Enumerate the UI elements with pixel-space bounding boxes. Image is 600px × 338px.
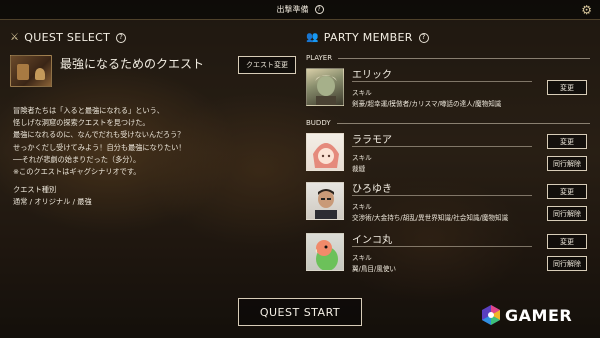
quest-change-button[interactable]: クエスト変更 xyxy=(238,56,296,74)
member-name-hiroyuki: ひろゆき xyxy=(352,184,392,195)
description-line: ※このクエストはギャグシナリオです。 xyxy=(13,167,141,177)
quest-select-header: ⚔ QUEST SELECT ? xyxy=(10,31,127,44)
gamer-logo-text: GAMER xyxy=(505,305,573,325)
skill-label: スキル xyxy=(352,89,372,97)
avatar-hiroyuki xyxy=(306,182,344,220)
member-name-inkomaru: インコ丸 xyxy=(352,235,392,246)
quest-type-label: クエスト種別 xyxy=(13,185,57,194)
leave-button-hiroyuki[interactable]: 同行解除 xyxy=(547,206,587,221)
change-button-inkomaru[interactable]: 変更 xyxy=(547,234,587,249)
gamer-logo: GAMER xyxy=(480,304,572,326)
skill-list-eric: 剣豪/超幸運/模倣者/カリスマ/噂話の達人/魔物知識 xyxy=(352,100,502,108)
name-underline xyxy=(352,246,532,247)
skill-label: スキル xyxy=(352,203,372,211)
buddy-label: BUDDY xyxy=(306,119,331,127)
avatar-inkomaru xyxy=(306,233,344,271)
player-label: PLAYER xyxy=(306,54,333,62)
quest-description: 冒険者たちは「入ると最強になれる」という、 怪しげな洞窟の探索クエストを見つけた… xyxy=(13,105,263,178)
change-button-eric[interactable]: 変更 xyxy=(547,80,587,95)
leave-button-inkomaru[interactable]: 同行解除 xyxy=(547,256,587,271)
skill-label: スキル xyxy=(352,154,372,162)
member-name-laramoa: ララモア xyxy=(352,135,392,146)
description-line: せっかくだし受けてみよう！自分も最強になりたい！ xyxy=(13,142,186,152)
screen-title: 出撃準備 xyxy=(276,5,309,14)
skill-list-laramoa: 裁縫 xyxy=(352,165,366,173)
player-divider: PLAYER xyxy=(306,54,590,62)
leave-button-laramoa[interactable]: 同行解除 xyxy=(547,156,587,171)
quest-select-title: QUEST SELECT xyxy=(24,31,111,44)
party-member-header: 👥 PARTY MEMBER ? xyxy=(306,31,429,44)
quest-thumbnail xyxy=(10,55,52,87)
quest-type-value: 通常 / オリジナル / 最強 xyxy=(13,197,92,206)
avatar-laramoa xyxy=(306,133,344,171)
skill-list-inkomaru: 翼/鳥目/風使い xyxy=(352,265,397,273)
gamer-logo-icon xyxy=(482,305,500,325)
party-member-title: PARTY MEMBER xyxy=(323,31,413,44)
help-icon[interactable]: ? xyxy=(314,5,324,14)
top-bar: 出撃準備 ? xyxy=(0,0,600,20)
description-line: 冒険者たちは「入ると最強になれる」という、 xyxy=(13,106,164,115)
party-icon: 👥 xyxy=(306,32,319,43)
quest-title: 最強になるためのクエスト xyxy=(60,57,205,71)
description-line: 怪しげな洞窟の探索クエストを見つけた。 xyxy=(13,118,150,128)
skill-list-hiroyuki: 交渉術/大金持ち/胡乱/異世界知識/社会知識/魔物知識 xyxy=(352,214,509,222)
avatar-eric xyxy=(306,68,344,106)
change-button-laramoa[interactable]: 変更 xyxy=(547,134,587,149)
buddy-divider: BUDDY xyxy=(306,119,590,127)
crossed-swords-icon: ⚔ xyxy=(10,32,20,43)
change-button-hiroyuki[interactable]: 変更 xyxy=(547,184,587,199)
gear-icon[interactable]: ⚙ xyxy=(581,3,592,17)
name-underline xyxy=(352,195,532,196)
member-name-eric: エリック xyxy=(352,70,392,81)
skill-label: スキル xyxy=(352,254,372,262)
name-underline xyxy=(352,146,532,147)
name-underline xyxy=(352,81,532,82)
party-help-icon[interactable]: ? xyxy=(418,32,429,43)
quest-start-button[interactable]: QUEST START xyxy=(238,298,362,326)
quest-help-icon[interactable]: ? xyxy=(116,32,127,43)
description-line: 最強になれるのに、なんでだれも受けないんだろう？ xyxy=(13,130,185,140)
description-line: ──それが悲劇の始まりだった（多分）。 xyxy=(13,154,141,164)
